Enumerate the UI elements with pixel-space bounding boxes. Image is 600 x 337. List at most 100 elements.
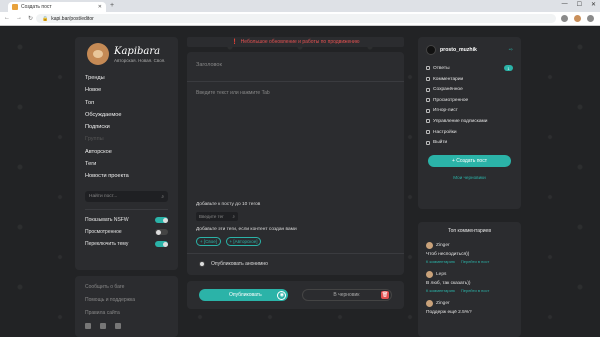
my-drafts-link[interactable]: Мои черновики [426,175,513,180]
menu-item-replies[interactable]: Ответы 1 [426,65,513,71]
brand-name: Kapibara [114,45,161,57]
menu-icon[interactable] [587,15,594,22]
comment-item: Leps В люб, так сказать)) К комментарию П… [426,271,513,293]
menu-item-logout[interactable]: Выйти [426,140,513,145]
comment-author[interactable]: Zinger [436,301,450,306]
nav-item-top[interactable]: Топ [85,100,168,106]
tab-title: Создать пост [21,4,52,10]
comment-item: Zinger Чтоб несподиться)) К комментарию П… [426,242,513,264]
comment-item: Zinger Поддерж ещё 2.5%? [426,300,513,315]
menu-item-settings[interactable]: Настройки [426,130,513,135]
anonymous-radio[interactable] [199,260,205,267]
menu-item-label: Настройки [433,129,457,135]
avatar[interactable] [426,271,433,278]
post-body-input[interactable]: Введите текст или нажмите Tab [187,82,404,202]
toggle-nsfw: Показывать NSFW [85,217,168,224]
menu-item-label: Просмотренное [433,97,469,103]
nav-item-tags[interactable]: Теги [85,161,168,167]
gear-icon [426,130,430,135]
menu-item-ignore[interactable]: Игнор-лист [426,108,513,113]
update-alert[interactable]: ❗ Небольшое обновление и работы по продв… [187,37,404,47]
reload-icon[interactable]: ↻ [28,15,33,22]
subscriptions-icon [426,119,430,124]
post-title-input[interactable]: Заголовок [187,52,404,82]
viewed-switch[interactable] [155,229,168,236]
help-link[interactable]: Помощь и поддержка [85,297,168,303]
comment-author[interactable]: Zinger [436,243,450,248]
to-comment-link[interactable]: К комментарию [426,288,455,293]
username[interactable]: prosto_muzhik [440,47,505,53]
close-window-icon[interactable]: ✕ [591,1,596,8]
browser-tabbar: Создать пост ✕ + — ☐ ✕ [0,0,600,12]
report-bug-link[interactable]: Сообщить о баге [85,284,168,290]
extension-icon[interactable] [561,15,568,22]
nav-item-subscriptions[interactable]: Подписки [85,124,168,130]
comment-icon [426,77,430,82]
profile-avatar[interactable] [574,15,581,22]
tag-chip-own[interactable]: + [Свое] [196,237,221,246]
eye-icon [426,98,430,103]
draft-button[interactable]: В черновик 🗑 [302,289,392,301]
tag-input[interactable]: Введите тег ⌕ [196,212,238,221]
toggle-theme: Переключить тему [85,241,168,248]
preview-eye-icon[interactable]: ◉ [277,290,287,300]
publish-label: Опубликовать [229,292,262,298]
browser-tab[interactable]: Создать пост ✕ [8,2,106,12]
avatar[interactable] [426,242,433,249]
close-tab-icon[interactable]: ✕ [98,4,102,10]
nav-item-trends[interactable]: Тренды [85,75,168,81]
search-icon: ⌕ [232,214,235,219]
publish-button[interactable]: Опубликовать ◉ [199,289,289,301]
site-logo[interactable]: Kapibara Авторская. Новая. Своя. [87,43,168,65]
create-post-button[interactable]: + Создать пост [428,155,511,168]
logout-icon[interactable]: ⇨ [509,47,513,53]
avatar[interactable] [426,300,433,307]
main-nav: Тренды Новое Топ Обсуждаемое Подписки Гр… [85,75,168,179]
menu-item-subscriptions[interactable]: Управление подписками [426,119,513,124]
tag-chip-author[interactable]: + [Авторское] [225,237,262,246]
menu-item-viewed[interactable]: Просмотренное [426,98,513,103]
anonymous-option[interactable]: Опубликовать анонимно [187,253,404,273]
forward-icon[interactable]: → [16,15,22,22]
right-sidebar: prosto_muzhik ⇨ Ответы 1 Комментарии Сохр… [418,37,521,209]
replies-badge: 1 [504,65,513,71]
left-sidebar: Kapibara Авторская. Новая. Своя. Тренды … [75,37,178,270]
menu-item-comments[interactable]: Комментарии [426,77,513,82]
maximize-icon[interactable]: ☐ [577,1,582,8]
to-post-link[interactable]: Перейти в пост [461,288,489,293]
telegram-icon[interactable] [100,323,106,329]
tags-section: Добавьте к посту до 10 тегов Введите тег… [196,202,396,246]
tags-label: Добавьте к посту до 10 тегов [196,202,261,207]
to-post-link[interactable]: Перейти в пост [461,259,489,264]
nav-item-discussed[interactable]: Обсуждаемое [85,112,168,118]
theme-switch[interactable] [155,241,168,248]
toggle-nsfw-label: Показывать NSFW [85,217,129,224]
nav-item-news[interactable]: Новости проекта [85,173,168,179]
minimize-icon[interactable]: — [562,1,568,8]
trash-icon[interactable]: 🗑 [381,291,389,299]
nav-item-author[interactable]: Авторское [85,149,168,155]
user-menu: Ответы 1 Комментарии Сохранённое Просмотр… [426,65,513,145]
discord-icon[interactable] [115,323,121,329]
search-icon[interactable]: ⌕ [161,194,164,200]
editor-actions: Опубликовать ◉ В черновик 🗑 [187,281,404,309]
nsfw-switch[interactable] [155,217,168,224]
menu-item-label: Сохранённое [433,87,463,93]
exit-icon [426,140,430,145]
to-comment-link[interactable]: К комментарию [426,259,455,264]
post-search-input[interactable]: Найти пост... ⌕ [85,191,168,203]
extensions [561,15,594,22]
menu-item-saved[interactable]: Сохранённое [426,87,513,92]
menu-item-label: Управление подписками [433,118,488,124]
new-tab-icon[interactable]: + [110,2,114,9]
back-icon[interactable]: ← [4,15,10,22]
avatar[interactable] [426,45,436,55]
url-field[interactable]: 🔒 kapi.bar/post/editor [36,14,556,23]
rules-link[interactable]: Правила сайта [85,310,168,316]
menu-item-label: Игнор-лист [433,108,458,114]
window-controls: — ☐ ✕ [562,1,596,8]
nav-item-groups[interactable]: Группы [85,136,168,142]
vk-icon[interactable] [85,323,91,329]
nav-item-new[interactable]: Новое [85,87,168,93]
comment-author[interactable]: Leps [436,272,446,277]
